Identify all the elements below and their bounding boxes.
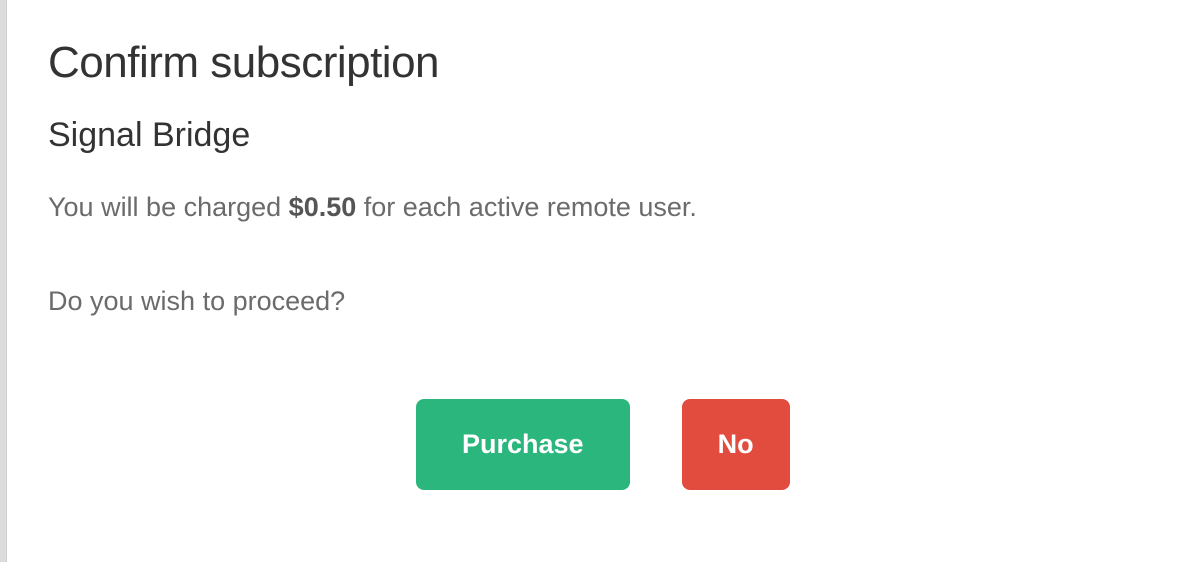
charge-price: $0.50 [289,192,357,222]
charge-text-before: You will be charged [48,192,289,222]
dialog-actions: Purchase No [416,399,1156,490]
no-button[interactable]: No [682,399,790,490]
purchase-button[interactable]: Purchase [416,399,630,490]
charge-description: You will be charged $0.50 for each activ… [48,189,1156,227]
dialog-title: Confirm subscription [48,38,1156,88]
dialog-left-edge [0,0,7,562]
charge-text-after: for each active remote user. [356,192,697,222]
product-name: Signal Bridge [48,116,1156,155]
confirm-subscription-dialog: Confirm subscription Signal Bridge You w… [0,0,1200,490]
proceed-prompt: Do you wish to proceed? [48,283,1156,321]
